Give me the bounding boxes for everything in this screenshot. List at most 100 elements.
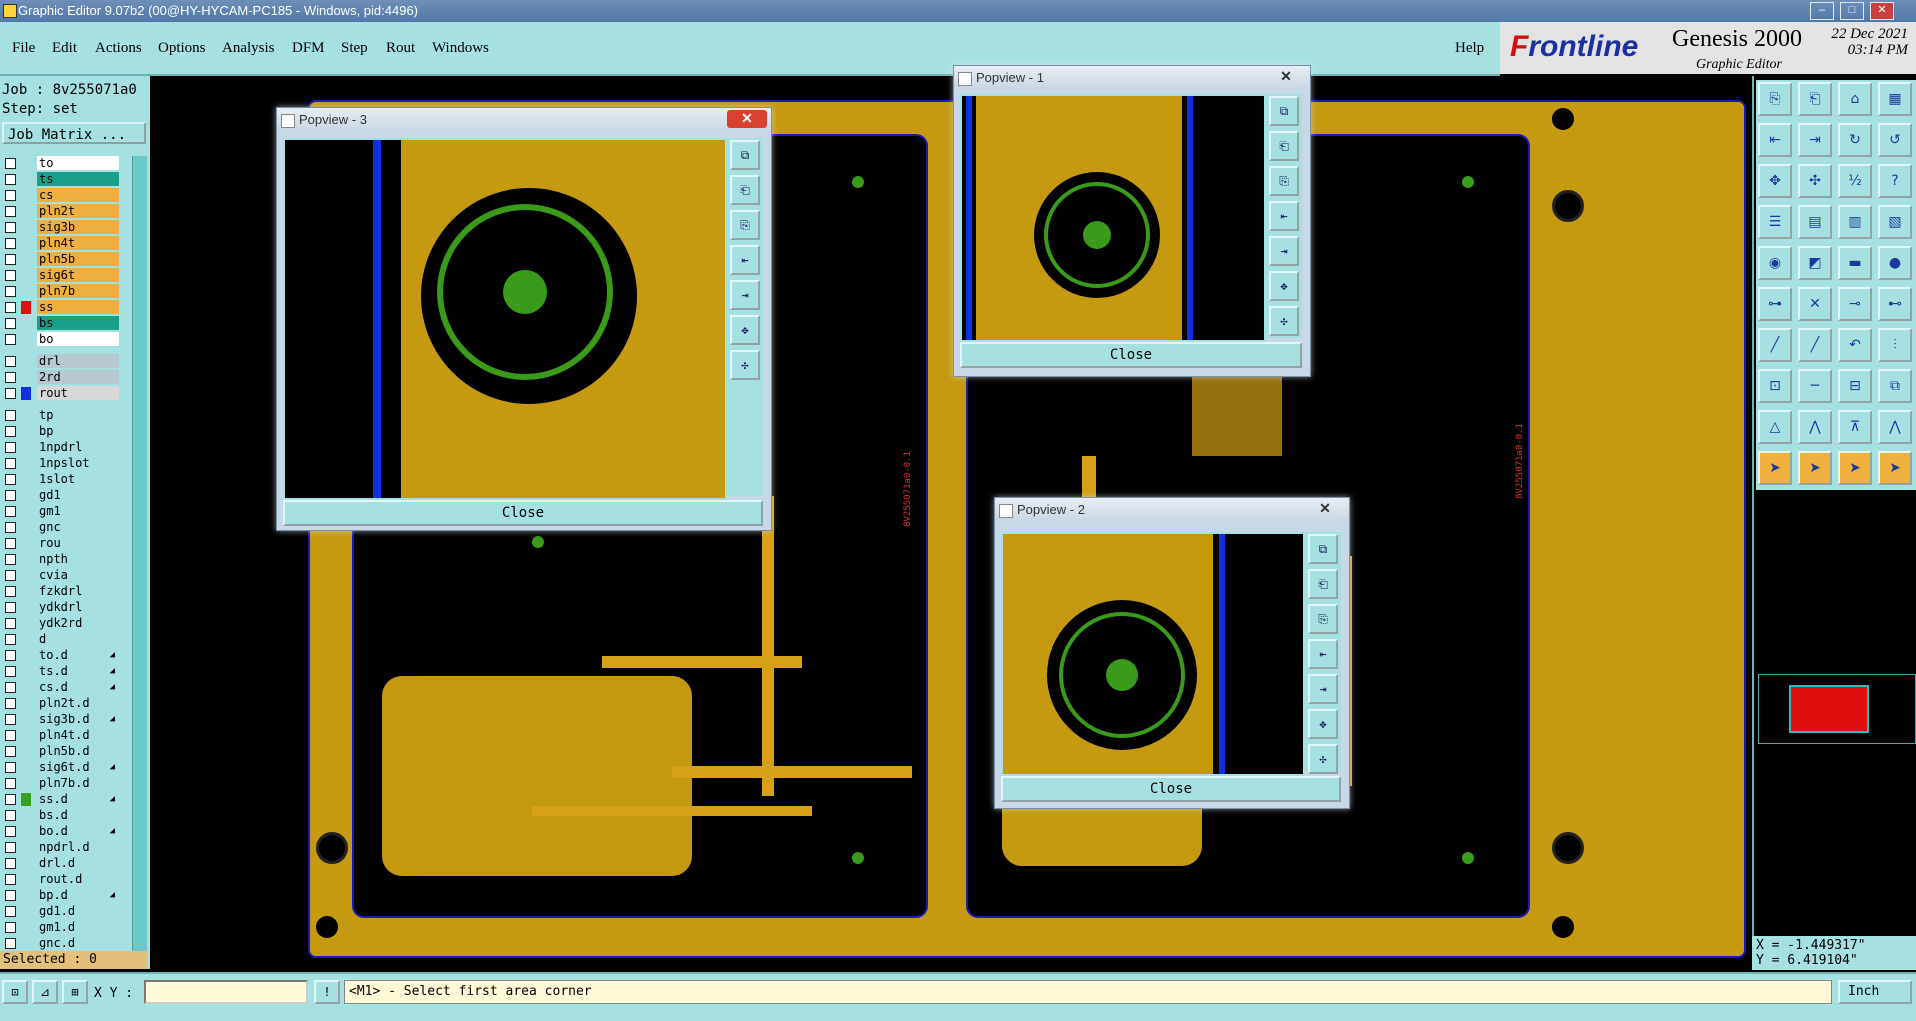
- layer-row[interactable]: gnc: [2, 520, 120, 535]
- zoom-out-icon[interactable]: ⎘: [730, 210, 760, 240]
- layer-row[interactable]: 1slot: [2, 472, 120, 487]
- layer-row[interactable]: drl.d: [2, 856, 120, 871]
- connect-icon[interactable]: ⊶: [1758, 287, 1792, 321]
- board-icon[interactable]: ▥: [1838, 205, 1872, 239]
- layer-row[interactable]: bp.d ◢: [2, 888, 120, 903]
- half-icon[interactable]: ½: [1838, 164, 1872, 198]
- popout-icon[interactable]: ⧉: [1308, 534, 1338, 564]
- menu-dfm[interactable]: DFM: [292, 40, 325, 57]
- layer-checkbox[interactable]: [5, 318, 16, 329]
- hline-icon[interactable]: ─: [1798, 369, 1832, 403]
- maximize-button[interactable]: □: [1840, 2, 1864, 20]
- unlink-icon[interactable]: ⊷: [1878, 287, 1912, 321]
- layer-checkbox[interactable]: [5, 206, 16, 217]
- line-tool-icon[interactable]: ╱: [1758, 328, 1792, 362]
- layer-row[interactable]: npth: [2, 552, 120, 567]
- layer-checkbox[interactable]: [5, 714, 16, 725]
- fit-icon[interactable]: ✥: [1269, 271, 1299, 301]
- layer-checkbox[interactable]: [5, 618, 16, 629]
- layer-row[interactable]: gm1.d: [2, 920, 120, 935]
- layer-name[interactable]: npdrl.d: [37, 840, 119, 854]
- layer-row[interactable]: pln5b.d: [2, 744, 120, 759]
- zoom-in-icon[interactable]: ⎗: [1308, 569, 1338, 599]
- layer-row[interactable]: pln7b: [2, 284, 120, 299]
- layer-name[interactable]: ydkdrl: [37, 600, 119, 614]
- layer-name[interactable]: ss.d ◢: [37, 792, 119, 806]
- dot-icon[interactable]: ●: [1878, 246, 1912, 280]
- pointer-icon[interactable]: ➤: [1878, 451, 1912, 485]
- layer-name[interactable]: ts.d ◢: [37, 664, 119, 678]
- zoom-in-icon[interactable]: ⎗: [730, 175, 760, 205]
- layer-checkbox[interactable]: [5, 254, 16, 265]
- layer-name[interactable]: bp.d ◢: [37, 888, 119, 902]
- layer-name[interactable]: 2rd: [37, 370, 119, 384]
- layer-checkbox[interactable]: [5, 302, 16, 313]
- add-pad-icon[interactable]: ⊡: [1758, 369, 1792, 403]
- layer-row[interactable]: tp: [2, 408, 120, 423]
- layer-name[interactable]: 1npslot: [37, 456, 119, 470]
- layer-name[interactable]: gm1: [37, 504, 119, 518]
- center-icon[interactable]: ✣: [730, 350, 760, 380]
- menu-help[interactable]: Help: [1455, 40, 1484, 57]
- layer-name[interactable]: gnc: [37, 520, 119, 534]
- redo-icon[interactable]: ↻: [1838, 123, 1872, 157]
- layer-row[interactable]: sig3b: [2, 220, 120, 235]
- layer-checkbox[interactable]: [5, 874, 16, 885]
- layer-checkbox[interactable]: [5, 810, 16, 821]
- layer-checkbox[interactable]: [5, 826, 16, 837]
- popview-3-close-icon[interactable]: ✕: [727, 110, 767, 128]
- layer-name[interactable]: sig6t.d ◢: [37, 760, 119, 774]
- mini-map[interactable]: [1758, 674, 1916, 744]
- arc-tool-icon[interactable]: ⋀: [1798, 410, 1832, 444]
- layer-checkbox[interactable]: [5, 666, 16, 677]
- layer-checkbox[interactable]: [5, 554, 16, 565]
- layer-row[interactable]: cs: [2, 188, 120, 203]
- layer-row[interactable]: 2rd: [2, 370, 120, 385]
- layer-checkbox[interactable]: [5, 794, 16, 805]
- copy-icon[interactable]: ⧉: [1878, 369, 1912, 403]
- close-window-button[interactable]: ✕: [1870, 2, 1894, 20]
- layer-icon[interactable]: ☰: [1758, 205, 1792, 239]
- layer-checkbox[interactable]: [5, 174, 16, 185]
- layer-checkbox[interactable]: [5, 538, 16, 549]
- layer-name[interactable]: pln5b.d: [37, 744, 119, 758]
- layer-row[interactable]: bs: [2, 316, 120, 331]
- layer-checkbox[interactable]: [5, 426, 16, 437]
- menu-rout[interactable]: Rout: [386, 40, 415, 57]
- layer-checkbox[interactable]: [5, 334, 16, 345]
- unit-selector[interactable]: Inch: [1838, 980, 1912, 1004]
- layer-checkbox[interactable]: [5, 778, 16, 789]
- layer-checkbox[interactable]: [5, 922, 16, 933]
- layer-color-swatch[interactable]: [21, 793, 31, 806]
- pan-icon[interactable]: ✥: [1758, 164, 1792, 198]
- layer-name[interactable]: rout: [37, 386, 119, 400]
- layer-name[interactable]: drl: [37, 354, 119, 368]
- layer-row[interactable]: rout.d: [2, 872, 120, 887]
- pointer-icon[interactable]: ➤: [1798, 451, 1832, 485]
- menu-analysis[interactable]: Analysis: [222, 40, 275, 57]
- layer-row[interactable]: pln4t: [2, 236, 120, 251]
- pan-left-icon[interactable]: ⇤: [730, 245, 760, 275]
- layer-row[interactable]: rou: [2, 536, 120, 551]
- layer-name[interactable]: fzkdrl: [37, 584, 119, 598]
- line-tool-icon[interactable]: ╱: [1798, 328, 1832, 362]
- layer-checkbox[interactable]: [5, 730, 16, 741]
- layer-checkbox[interactable]: [5, 762, 16, 773]
- parallel-icon[interactable]: ⫶: [1878, 328, 1912, 362]
- grid-icon[interactable]: ⊞: [62, 980, 88, 1004]
- layer-name[interactable]: pln2t: [37, 204, 119, 218]
- menu-edit[interactable]: Edit: [52, 40, 77, 57]
- layer-checkbox[interactable]: [5, 938, 16, 949]
- layer-row[interactable]: ss: [2, 300, 120, 315]
- layer-row[interactable]: to.d ◢: [2, 648, 120, 663]
- layer-row[interactable]: bo.d ◢: [2, 824, 120, 839]
- snap-icon[interactable]: ⊡: [2, 980, 28, 1004]
- pan-left-icon[interactable]: ⇤: [1269, 201, 1299, 231]
- layer-checkbox[interactable]: [5, 190, 16, 201]
- layer-name[interactable]: cs.d ◢: [37, 680, 119, 694]
- layer-name[interactable]: 1npdrl: [37, 440, 119, 454]
- minimize-button[interactable]: –: [1810, 2, 1834, 20]
- menu-options[interactable]: Options: [158, 40, 206, 57]
- popview-2-close-icon[interactable]: ✕: [1305, 500, 1345, 518]
- zoom-out-icon[interactable]: ⎘: [1269, 166, 1299, 196]
